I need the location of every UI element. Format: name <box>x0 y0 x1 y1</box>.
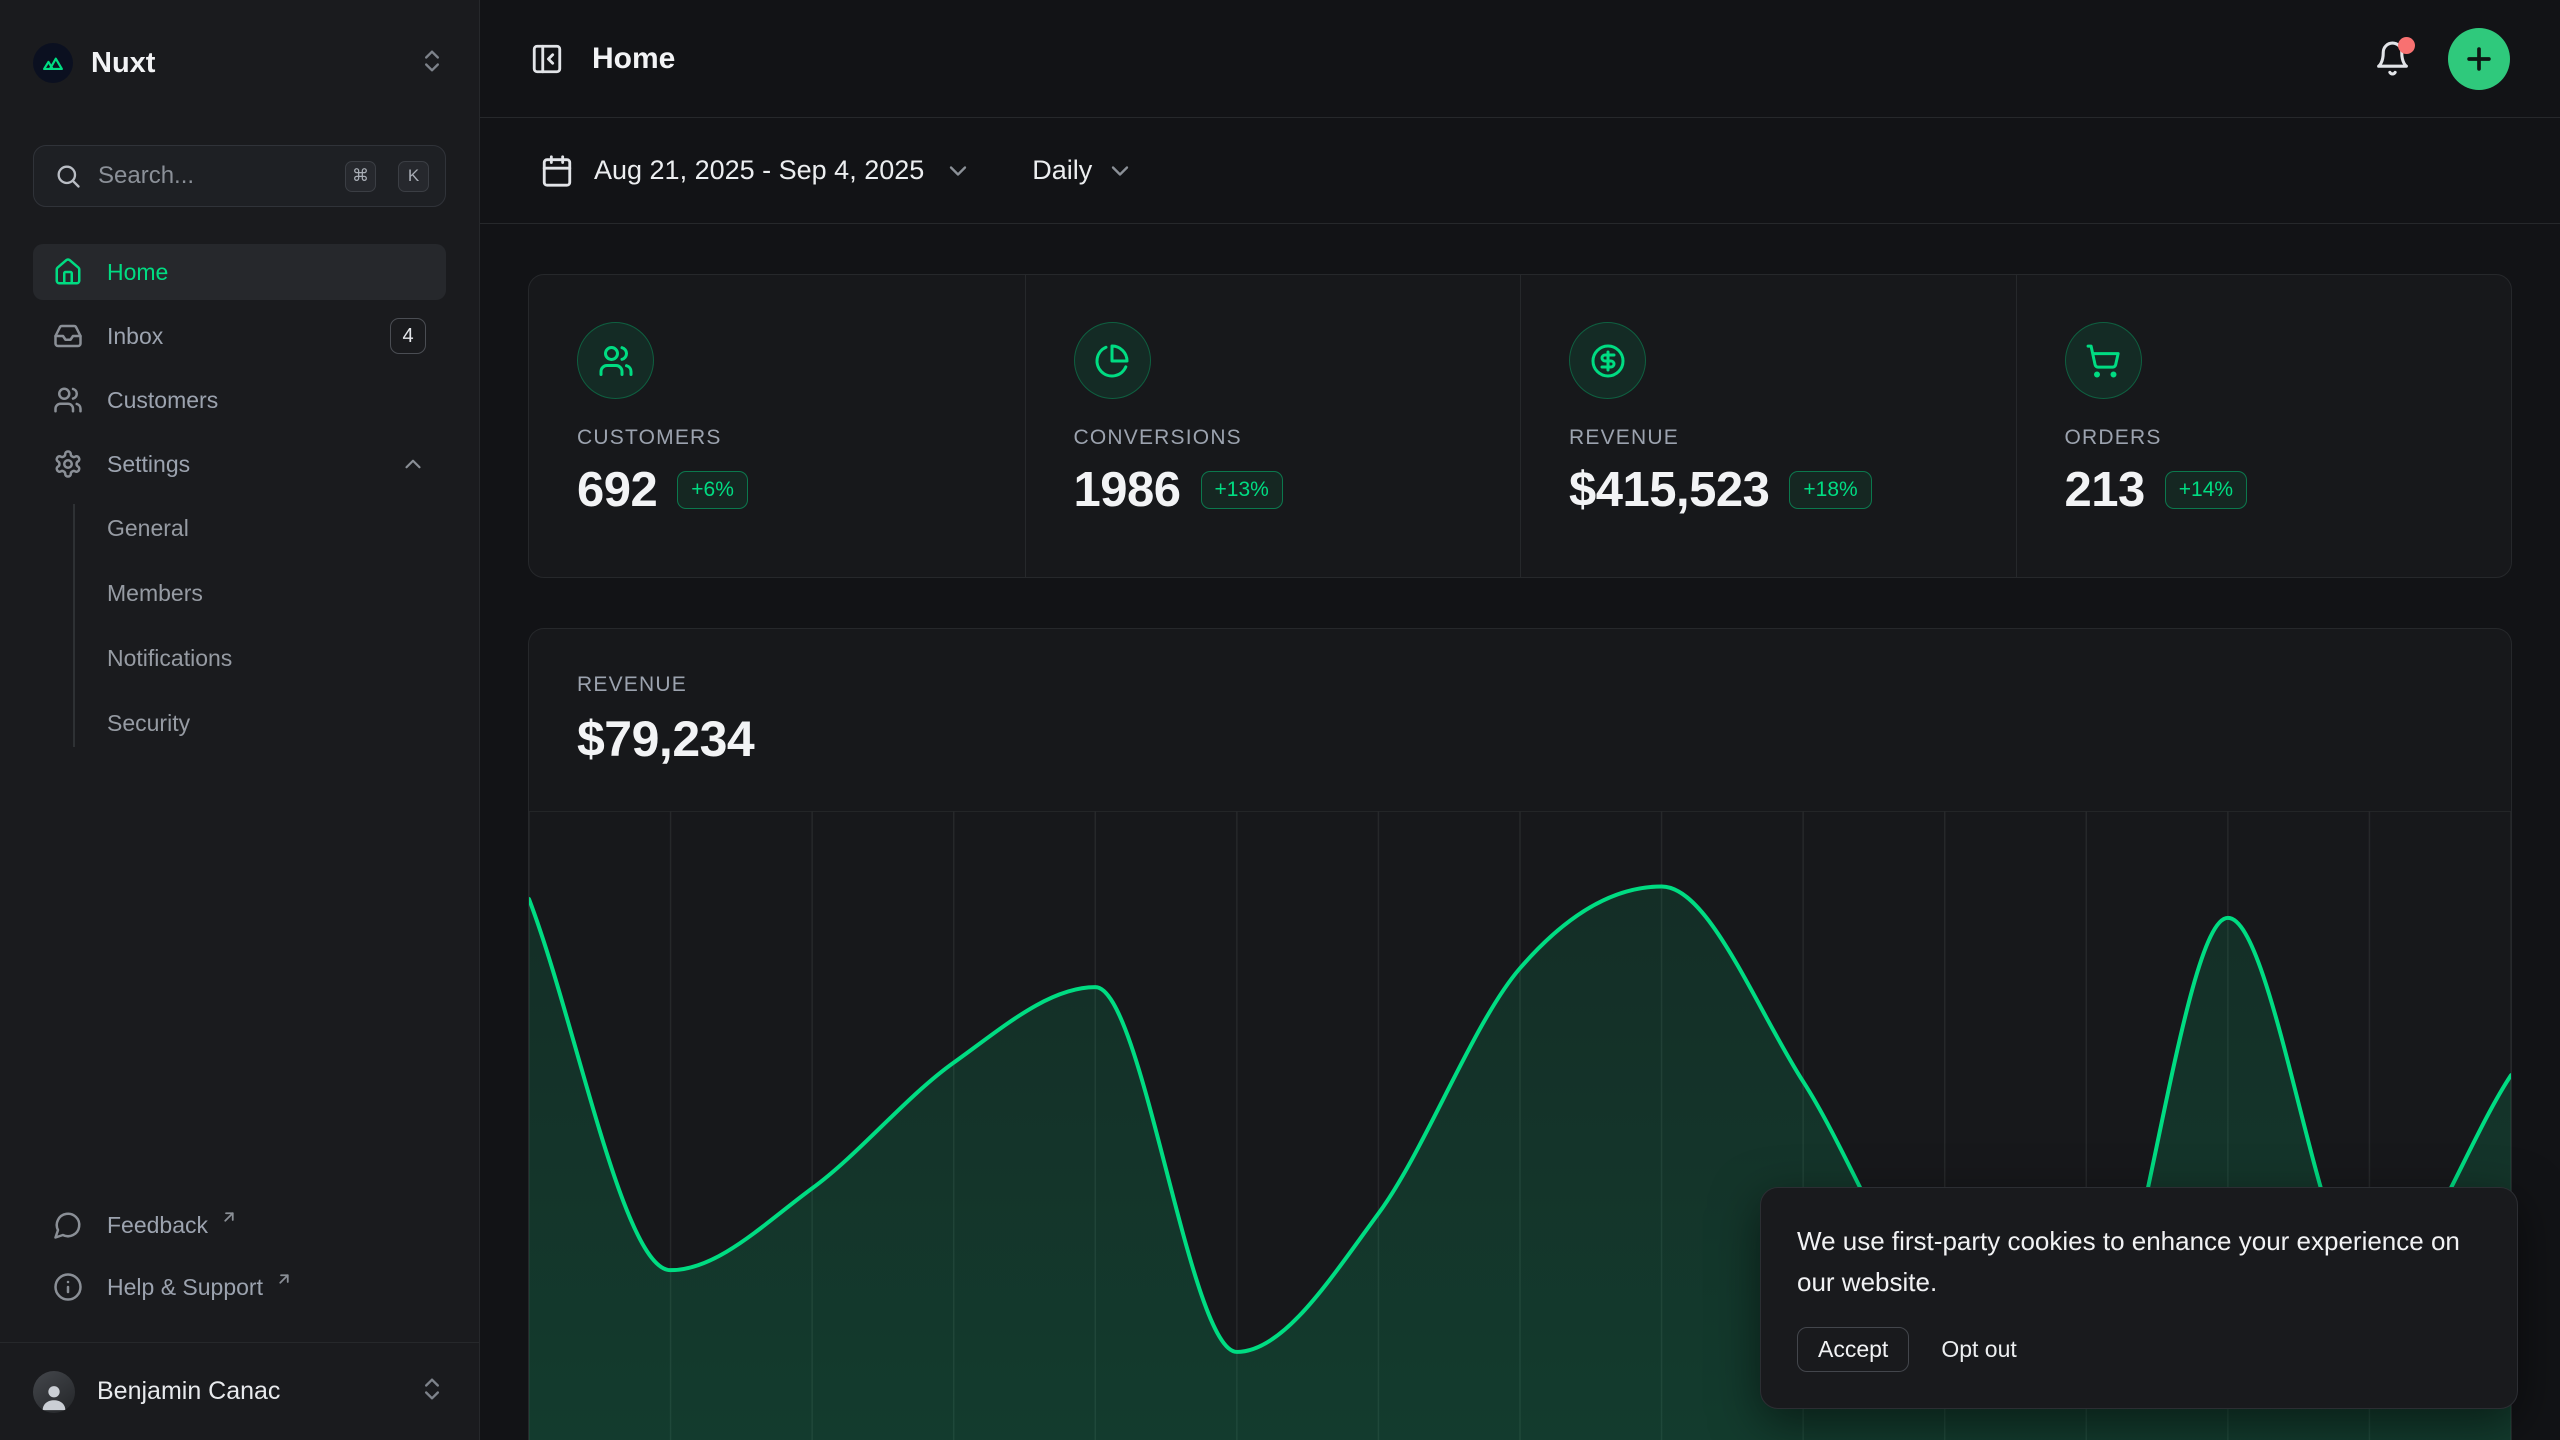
external-link-arrow-icon <box>275 1270 293 1288</box>
date-range-picker[interactable]: Aug 21, 2025 - Sep 4, 2025 <box>540 154 972 188</box>
pie-chart-icon <box>1074 322 1151 399</box>
sidebar-item-help-support[interactable]: Help & Support <box>33 1258 446 1316</box>
date-range-value: Aug 21, 2025 - Sep 4, 2025 <box>594 155 924 186</box>
users-icon <box>53 385 83 415</box>
granularity-select[interactable]: Daily <box>1032 155 1134 186</box>
sidebar-item-label: Feedback <box>107 1212 208 1239</box>
stat-value: 692 <box>577 462 657 518</box>
stat-delta-badge: +6% <box>677 471 748 509</box>
sidebar-item-notifications[interactable]: Notifications <box>33 630 446 686</box>
stat-label: ORDERS <box>2065 426 2464 450</box>
sidebar-item-label: Settings <box>107 451 376 478</box>
workspace-switcher[interactable]: Nuxt <box>33 40 446 86</box>
sidebar-item-customers[interactable]: Customers <box>33 372 446 428</box>
notification-dot <box>2398 37 2415 54</box>
granularity-value: Daily <box>1032 155 1092 186</box>
revenue-total: $79,234 <box>577 710 2463 768</box>
home-icon <box>53 257 83 287</box>
stat-delta-badge: +14% <box>2165 471 2247 509</box>
stat-customers: CUSTOMERS 692 +6% <box>529 275 1025 577</box>
stat-delta-badge: +13% <box>1201 471 1283 509</box>
stat-orders: ORDERS 213 +14% <box>2016 275 2512 577</box>
notifications-bell-icon[interactable] <box>2374 40 2411 77</box>
sidebar-item-security[interactable]: Security <box>33 695 446 751</box>
info-circle-icon <box>53 1272 83 1302</box>
sidebar: Nuxt ⌘ K <box>0 0 480 1440</box>
chevron-down-icon <box>1106 157 1134 185</box>
chevron-down-icon <box>944 157 972 185</box>
stat-value: $415,523 <box>1569 462 1769 518</box>
sidebar-item-home[interactable]: Home <box>33 244 446 300</box>
user-menu[interactable]: Benjamin Canac <box>0 1342 479 1440</box>
optout-cookies-button[interactable]: Opt out <box>1939 1328 2018 1371</box>
collapse-sidebar-icon[interactable] <box>530 42 564 76</box>
stat-label: CONVERSIONS <box>1074 426 1473 450</box>
topbar: Home <box>480 0 2560 118</box>
dollar-circle-icon <box>1569 322 1646 399</box>
sidebar-item-settings[interactable]: Settings <box>33 436 446 492</box>
sidebar-item-feedback[interactable]: Feedback <box>33 1196 446 1254</box>
user-name: Benjamin Canac <box>97 1377 396 1406</box>
inbox-count-badge: 4 <box>390 318 426 354</box>
sidebar-item-inbox[interactable]: Inbox 4 <box>33 308 446 364</box>
page-title: Home <box>592 42 2374 76</box>
sidebar-secondary-nav: Feedback Help & Support <box>33 1196 446 1320</box>
cookie-banner: We use first-party cookies to enhance yo… <box>1760 1187 2518 1409</box>
filter-bar: Aug 21, 2025 - Sep 4, 2025 Daily <box>480 118 2560 224</box>
sidebar-item-label: Help & Support <box>107 1274 263 1301</box>
chevrons-up-down-icon <box>418 47 446 80</box>
external-link-arrow-icon <box>220 1208 238 1226</box>
settings-subnav: General Members Notifications Security <box>33 500 446 751</box>
accept-cookies-button[interactable]: Accept <box>1797 1327 1909 1372</box>
sidebar-item-general[interactable]: General <box>33 500 446 556</box>
calendar-icon <box>540 154 574 188</box>
users-icon <box>577 322 654 399</box>
kbd-k: K <box>398 161 429 192</box>
app-root: Nuxt ⌘ K <box>0 0 2560 1440</box>
revenue-label: REVENUE <box>577 673 2463 697</box>
cookie-message: We use first-party cookies to enhance yo… <box>1797 1221 2481 1303</box>
sidebar-item-label: Home <box>107 259 426 286</box>
workspace-name: Nuxt <box>91 47 400 80</box>
revenue-header: REVENUE $79,234 <box>529 629 2511 768</box>
stats-card: CUSTOMERS 692 +6% CONVERSIONS 1986 <box>528 274 2512 578</box>
sidebar-item-members[interactable]: Members <box>33 565 446 621</box>
add-button[interactable] <box>2448 28 2510 90</box>
chevron-up-icon <box>400 451 426 477</box>
stat-label: REVENUE <box>1569 426 1968 450</box>
sidebar-item-label: Customers <box>107 387 426 414</box>
search-input[interactable] <box>98 162 329 190</box>
sidebar-nav: Home Inbox 4 <box>33 244 446 760</box>
chevrons-up-down-icon <box>418 1375 446 1408</box>
gear-icon <box>53 449 83 479</box>
search-bar[interactable]: ⌘ K <box>33 145 446 207</box>
nuxt-logo-icon <box>33 43 73 83</box>
message-circle-icon <box>53 1210 83 1240</box>
stat-label: CUSTOMERS <box>577 426 977 450</box>
search-icon <box>54 162 82 190</box>
shopping-cart-icon <box>2065 322 2142 399</box>
sidebar-item-label: Inbox <box>107 323 366 350</box>
stat-conversions: CONVERSIONS 1986 +13% <box>1025 275 1521 577</box>
kbd-cmd: ⌘ <box>345 161 376 192</box>
stat-revenue: REVENUE $415,523 +18% <box>1520 275 2016 577</box>
stat-value: 1986 <box>1074 462 1181 518</box>
avatar <box>33 1371 75 1413</box>
inbox-icon <box>53 321 83 351</box>
stat-value: 213 <box>2065 462 2145 518</box>
stat-delta-badge: +18% <box>1789 471 1871 509</box>
